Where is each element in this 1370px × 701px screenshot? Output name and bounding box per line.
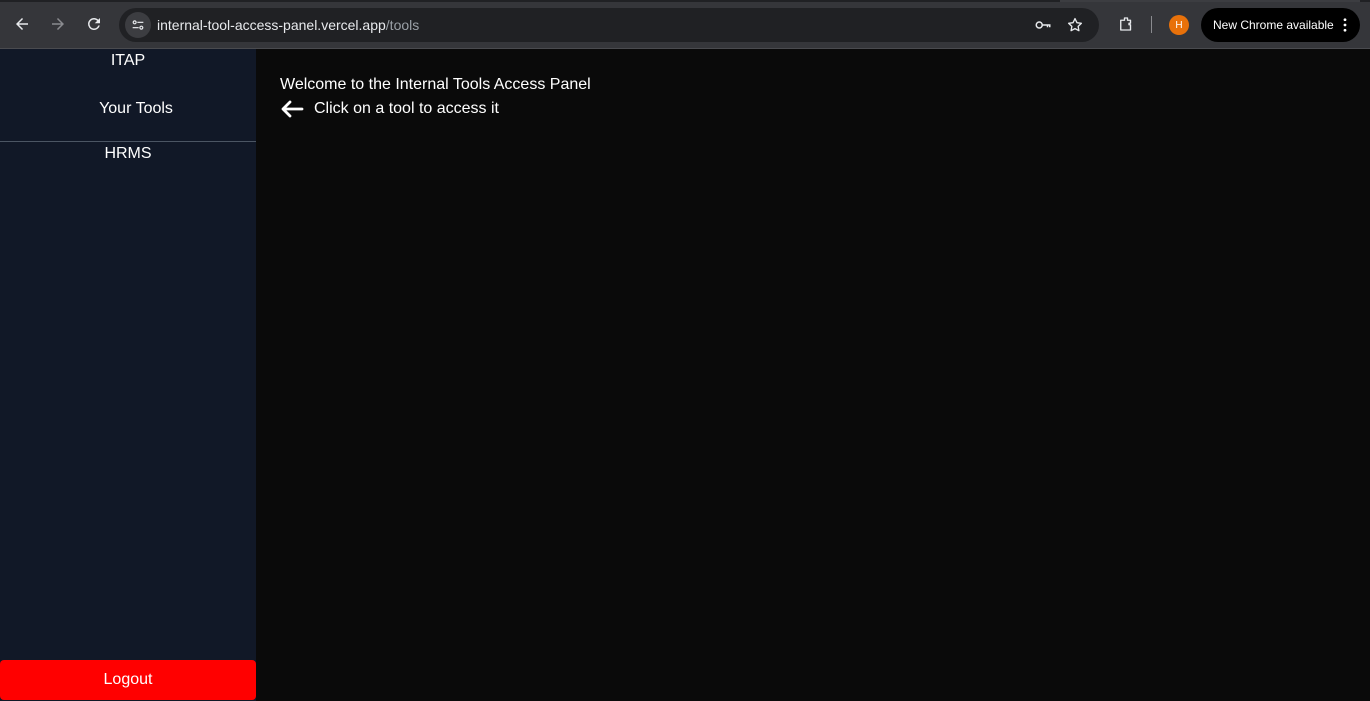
extensions-button[interactable] bbox=[1114, 12, 1138, 36]
your-tools-heading: Your Tools bbox=[99, 100, 173, 117]
back-arrow-icon bbox=[16, 18, 28, 30]
main-content: Welcome to the Internal Tools Access Pan… bbox=[256, 49, 1370, 701]
forward-arrow-icon bbox=[52, 18, 64, 30]
toolbar-divider bbox=[1151, 16, 1152, 33]
reload-icon bbox=[88, 18, 100, 30]
star-icon bbox=[1067, 17, 1083, 32]
browser-toolbar: internal-tool-access-panel.vercel.app/to… bbox=[0, 0, 1370, 49]
extensions-icon bbox=[1120, 17, 1132, 31]
back-button[interactable] bbox=[8, 10, 36, 38]
site-info-icon bbox=[132, 20, 144, 30]
url-path: /tools bbox=[385, 17, 420, 33]
reload-button[interactable] bbox=[80, 10, 108, 38]
more-vert-icon bbox=[1340, 16, 1350, 34]
url-host: internal-tool-access-panel.vercel.app bbox=[157, 17, 386, 33]
tab-strip-edge bbox=[0, 0, 1370, 2]
logout-button[interactable]: Logout bbox=[0, 660, 256, 700]
welcome-message: Welcome to the Internal Tools Access Pan… bbox=[280, 76, 591, 93]
hint-row: Click on a tool to access it bbox=[280, 97, 499, 121]
bookmark-button[interactable] bbox=[1065, 15, 1085, 35]
forward-button[interactable] bbox=[44, 10, 72, 38]
left-arrow-icon bbox=[280, 100, 304, 118]
password-key-button[interactable] bbox=[1033, 15, 1053, 35]
hint-text: Click on a tool to access it bbox=[314, 100, 499, 117]
tool-item-hrms[interactable]: HRMS bbox=[0, 142, 256, 166]
app-brand: ITAP bbox=[110, 52, 146, 69]
update-label: New Chrome available bbox=[1213, 18, 1334, 32]
url-text[interactable]: internal-tool-access-panel.vercel.app/to… bbox=[157, 8, 419, 42]
address-bar[interactable]: internal-tool-access-panel.vercel.app/to… bbox=[119, 8, 1099, 42]
new-chrome-available-button[interactable]: New Chrome available bbox=[1201, 8, 1360, 42]
site-info-button[interactable] bbox=[125, 12, 151, 38]
profile-avatar[interactable]: H bbox=[1169, 15, 1189, 35]
key-icon bbox=[1035, 21, 1051, 29]
sidebar: ITAP Your Tools HRMS Logout bbox=[0, 49, 256, 701]
